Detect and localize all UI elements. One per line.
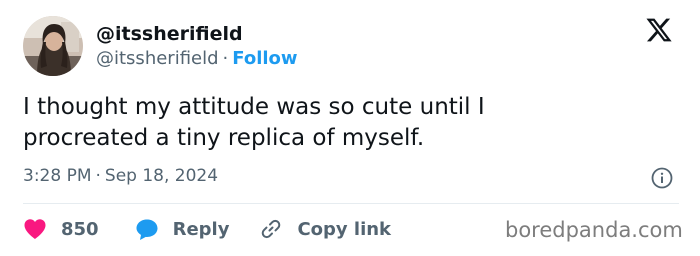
watermark: boredpanda.com [505,218,683,242]
tweet-card: @itssherifield @itssherifield · Follow I t… [0,0,700,256]
speech-bubble-icon [136,219,158,240]
user-handle[interactable]: @itssherifield [96,48,219,69]
handle-separator: · [222,48,229,69]
like-button[interactable]: 850 [23,218,99,240]
action-bar: 850 Reply Copy link [23,216,391,242]
tweet-time: 3:28 PM [23,166,92,186]
link-icon [262,219,281,239]
divider [23,203,679,204]
reply-label: Reply [172,218,230,240]
reply-button[interactable]: Reply [135,218,230,241]
tweet-text: I thought my attitude was so cute until … [23,92,673,154]
heart-icon [24,219,46,239]
follow-button[interactable]: Follow [232,48,297,69]
tweet-text-line: procreated a tiny replica of myself. [23,125,425,151]
handle-row: @itssherifield · Follow [96,48,298,69]
timestamp[interactable]: 3:28 PM · Sep 18, 2024 [23,166,218,186]
like-count: 850 [61,218,99,240]
tweet-text-line: I thought my attitude was so cute until … [23,94,485,120]
timestamp-separator: · [95,166,101,186]
avatar[interactable] [23,16,83,76]
tweet-date: Sep 18, 2024 [104,166,219,186]
copy-link-label: Copy link [297,218,392,240]
info-icon[interactable] [651,167,673,189]
x-logo-icon[interactable] [645,16,673,44]
profile-photo-icon [23,16,83,76]
copy-link-button[interactable]: Copy link [259,217,391,241]
display-name[interactable]: @itssherifield [96,23,243,45]
